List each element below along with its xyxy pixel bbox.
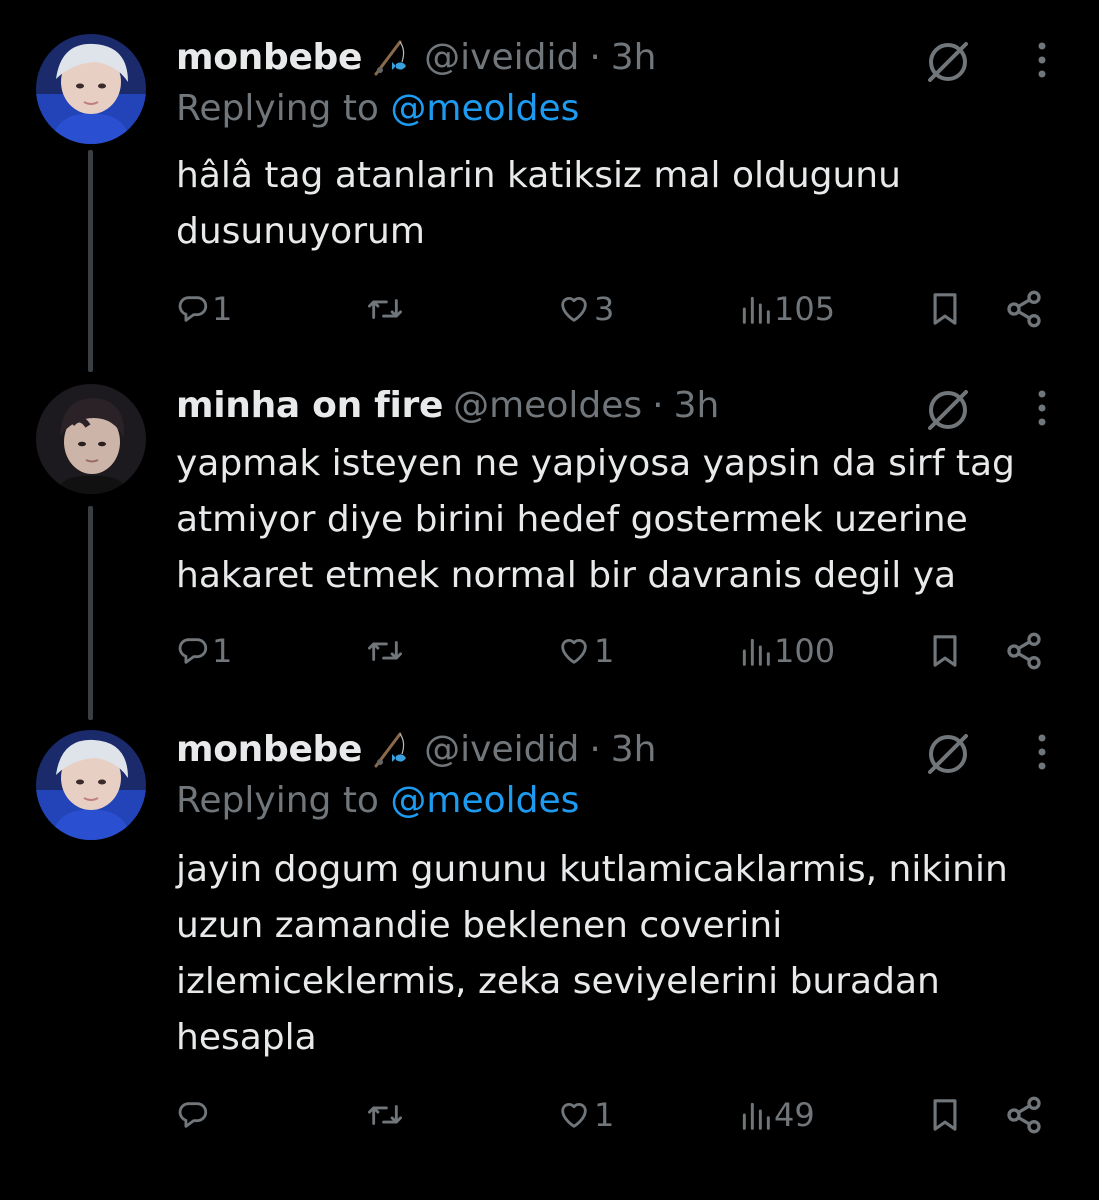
tweet-text-line: yapmak isteyen ne yapiyosa yapsin da sir… bbox=[176, 443, 1015, 484]
reply-button[interactable]: 1 bbox=[176, 284, 232, 334]
separator-dot: · bbox=[589, 37, 601, 78]
reply-button[interactable]: 1 bbox=[176, 626, 232, 676]
separator-dot: · bbox=[589, 729, 601, 770]
reply-icon bbox=[178, 1102, 208, 1128]
views-icon bbox=[742, 296, 770, 324]
tweet-text-line: jayin dogum gununu kutlamicaklarmis, nik… bbox=[176, 849, 1008, 890]
fishing-rod-emoji bbox=[374, 732, 407, 768]
display-name[interactable]: minha on fire bbox=[176, 380, 443, 432]
separator-dot: · bbox=[652, 385, 664, 426]
bookmark-icon bbox=[933, 635, 957, 667]
tweet-text-line: izlemiceklermis, zeka seviyelerini burad… bbox=[176, 961, 940, 1002]
like-count: 3 bbox=[594, 290, 615, 328]
views-count: 105 bbox=[774, 290, 836, 328]
tweet[interactable]: monbebe @iveidid · 3h Replying to @meold… bbox=[0, 724, 1099, 1144]
tweet-text-line: hâlâ tag atanlarin katiksiz mal oldugunu bbox=[176, 155, 901, 196]
tweet-text-line: atmiyor diye birini hedef gostermek uzer… bbox=[176, 499, 968, 540]
views-icon bbox=[742, 1102, 770, 1130]
tweet-text: yapmak isteyen ne yapiyosa yapsin da sir… bbox=[176, 436, 1056, 604]
reply-count: 1 bbox=[212, 632, 233, 670]
like-icon bbox=[561, 639, 587, 664]
reply-button[interactable] bbox=[176, 1090, 212, 1140]
like-button[interactable]: 1 bbox=[556, 1090, 614, 1140]
retweet-button[interactable] bbox=[366, 284, 406, 334]
grok-icon[interactable] bbox=[922, 728, 974, 780]
avatar[interactable] bbox=[36, 384, 146, 494]
tweet-text-line: hakaret etmek normal bir davranis degil … bbox=[176, 555, 957, 596]
more-icon[interactable] bbox=[1030, 38, 1054, 82]
replying-to: Replying to @meoldes bbox=[176, 88, 579, 129]
retweet-button[interactable] bbox=[366, 626, 406, 676]
display-name[interactable]: monbebe bbox=[176, 724, 362, 776]
like-icon bbox=[561, 297, 587, 322]
reply-icon bbox=[178, 638, 208, 664]
more-icon[interactable] bbox=[1030, 730, 1054, 774]
handle[interactable]: @meoldes bbox=[453, 380, 642, 432]
replying-prefix: Replying to bbox=[176, 780, 391, 821]
tweet[interactable]: monbebe @iveidid · 3h Replying to @meold… bbox=[0, 32, 1099, 352]
share-icon bbox=[1007, 290, 1041, 328]
bookmark-button[interactable] bbox=[928, 626, 962, 676]
like-count: 1 bbox=[594, 632, 615, 670]
share-button[interactable] bbox=[1004, 1090, 1044, 1140]
bookmark-button[interactable] bbox=[928, 284, 962, 334]
action-bar: 1 49 bbox=[176, 1090, 1056, 1140]
avatar[interactable] bbox=[36, 730, 146, 840]
tweet-text: jayin dogum gununu kutlamicaklarmis, nik… bbox=[176, 842, 1056, 1066]
retweet-button[interactable] bbox=[366, 1090, 406, 1140]
views-count: 100 bbox=[774, 632, 836, 670]
share-icon bbox=[1007, 1096, 1041, 1134]
timestamp[interactable]: 3h bbox=[674, 380, 720, 432]
retweet-icon bbox=[367, 299, 402, 319]
bookmark-icon bbox=[933, 293, 957, 325]
action-bar: 1 1 100 bbox=[176, 626, 1056, 676]
grok-icon[interactable] bbox=[922, 384, 974, 436]
views-button[interactable]: 105 bbox=[738, 284, 835, 334]
timestamp[interactable]: 3h bbox=[611, 724, 657, 776]
reply-icon bbox=[178, 296, 208, 322]
fishing-rod-emoji bbox=[374, 40, 407, 76]
like-button[interactable]: 3 bbox=[556, 284, 614, 334]
share-button[interactable] bbox=[1004, 626, 1044, 676]
bookmark-icon bbox=[933, 1099, 957, 1131]
like-icon bbox=[561, 1103, 587, 1128]
bookmark-button[interactable] bbox=[928, 1090, 962, 1140]
grok-icon[interactable] bbox=[922, 36, 974, 88]
reply-count: 1 bbox=[212, 290, 233, 328]
tweet[interactable]: minha on fire @meoldes · 3h yapmak istey… bbox=[0, 380, 1099, 680]
views-button[interactable]: 100 bbox=[738, 626, 835, 676]
share-icon bbox=[1007, 632, 1041, 670]
display-name[interactable]: monbebe bbox=[176, 32, 362, 84]
share-button[interactable] bbox=[1004, 284, 1044, 334]
tweet-text-line: dusunuyorum bbox=[176, 211, 425, 252]
tweet-text-line: hesapla bbox=[176, 1017, 317, 1058]
retweet-icon bbox=[367, 1105, 402, 1125]
replying-to: Replying to @meoldes bbox=[176, 780, 579, 821]
tweet-text-line: uzun zamandie beklenen coverini bbox=[176, 905, 783, 946]
mention-link[interactable]: @meoldes bbox=[390, 88, 579, 129]
handle[interactable]: @iveidid bbox=[424, 32, 579, 84]
like-button[interactable]: 1 bbox=[556, 626, 614, 676]
views-icon bbox=[742, 638, 770, 666]
timestamp[interactable]: 3h bbox=[611, 32, 657, 84]
handle[interactable]: @iveidid bbox=[424, 724, 579, 776]
views-button[interactable]: 49 bbox=[738, 1090, 815, 1140]
retweet-icon bbox=[367, 641, 402, 661]
more-icon[interactable] bbox=[1030, 386, 1054, 430]
mention-link[interactable]: @meoldes bbox=[390, 780, 579, 821]
like-count: 1 bbox=[594, 1096, 615, 1134]
avatar[interactable] bbox=[36, 34, 146, 144]
action-bar: 1 3 105 bbox=[176, 284, 1056, 334]
tweet-text: hâlâ tag atanlarin katiksiz mal oldugunu… bbox=[176, 148, 1056, 260]
replying-prefix: Replying to bbox=[176, 88, 391, 129]
views-count: 49 bbox=[774, 1096, 815, 1134]
